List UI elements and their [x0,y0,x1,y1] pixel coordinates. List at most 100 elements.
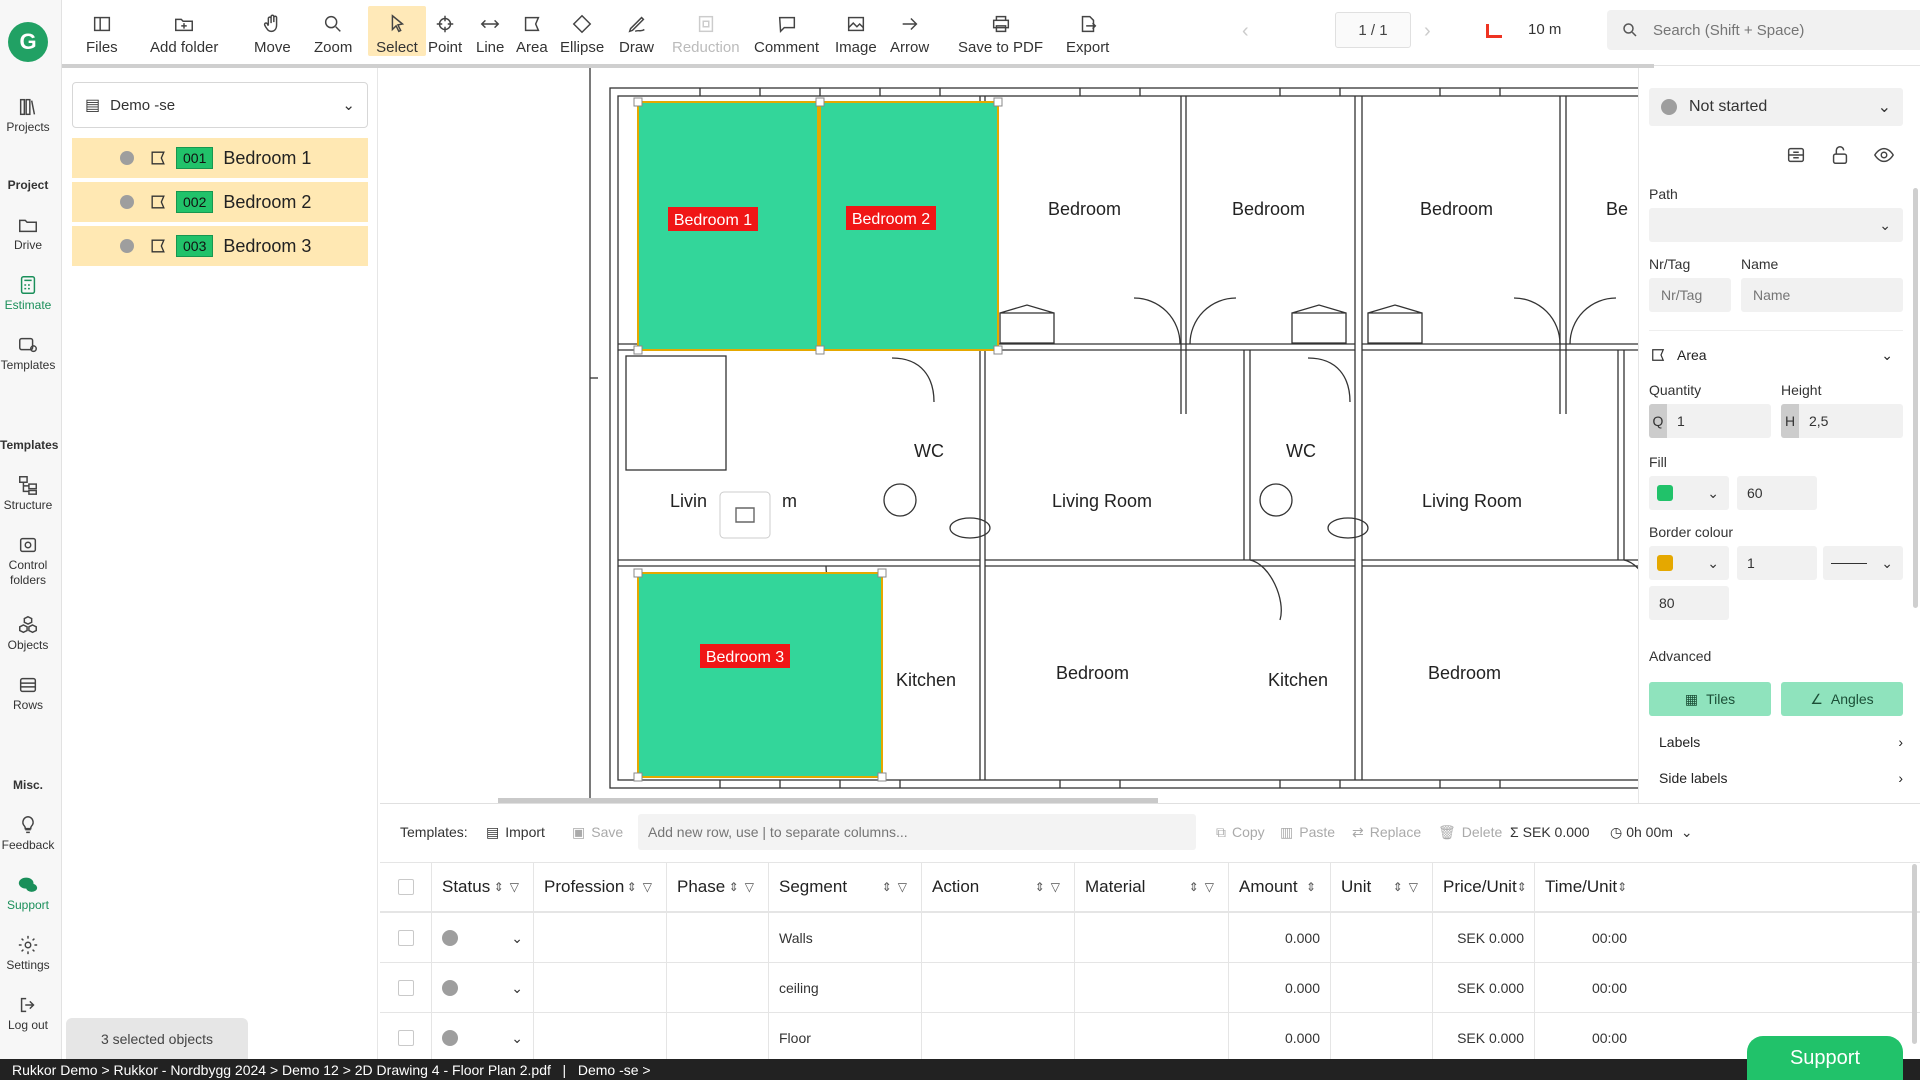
sort-filter-icon[interactable]: ⇕▽ [1035,880,1066,894]
side-labels-row[interactable]: Side labels › [1659,770,1903,786]
breadcrumb[interactable]: Rukkor Demo > Rukkor - Nordbygg 2024 > D… [12,1062,651,1078]
sort-filter-icon[interactable]: ⇕▽ [882,880,913,894]
border-width-input[interactable]: 1 [1737,546,1817,580]
time-cell[interactable]: 00:00 [1535,963,1637,1013]
status-dot[interactable] [120,151,134,165]
path-select[interactable]: ⌄ [1649,208,1903,242]
sort-icon[interactable]: ⇕ [1617,880,1633,894]
quantity-field[interactable]: Q 1 [1649,404,1771,438]
name-input[interactable] [1741,278,1903,312]
rail-templates[interactable]: Templates [0,334,56,373]
row-checkbox[interactable] [397,930,414,946]
col-price-unit[interactable]: Price/Unit ⇕ [1433,862,1535,912]
rail-control-folders[interactable]: Control folders [0,534,56,588]
status-select[interactable]: Not started ⌄ [1649,88,1903,126]
table-row[interactable]: ⌄ ceiling 0.000 SEK 0.000 00:00 [380,962,1920,1013]
project-select[interactable]: ▤ Demo -se ⌄ [72,82,368,128]
chevron-down-icon[interactable]: ⌄ [511,980,523,997]
col-time-unit[interactable]: Time/Unit ⇕ [1535,862,1637,912]
scale-value[interactable]: 10 m [1528,21,1561,38]
col-amount[interactable]: Amount ⇕ [1229,862,1331,912]
sort-filter-icon[interactable]: ⇕▽ [729,880,760,894]
floor-plan[interactable]: Bedroom Bedroom Bedroom Be Livin m WC Li… [380,68,1638,803]
search-input[interactable] [1653,21,1920,39]
tool-ellipse[interactable]: Ellipse [556,6,608,56]
sort-filter-icon[interactable]: ⇕▽ [1393,880,1424,894]
table-row[interactable]: ⌄ Floor 0.000 SEK 0.000 00:00 [380,1012,1920,1063]
rail-support[interactable]: Support [0,874,56,913]
object-row[interactable]: 003 Bedroom 3 [72,226,368,266]
price-cell[interactable]: SEK 0.000 [1433,913,1535,963]
type-select[interactable]: Area ⌄ [1649,340,1893,370]
rail-estimate[interactable]: Estimate [0,274,56,313]
status-dot[interactable] [442,1030,458,1046]
select-all-checkbox[interactable] [397,879,414,895]
tool-move[interactable]: Move [250,6,295,56]
col-phase[interactable]: Phase ⇕▽ [667,862,769,912]
time-cell[interactable]: 00:00 [1535,1013,1637,1063]
import-button[interactable]: ▤ Import [486,804,545,860]
col-segment[interactable]: Segment ⇕▽ [769,862,922,912]
col-profession[interactable]: Profession ⇕▽ [534,862,667,912]
height-field[interactable]: H 2,5 [1781,404,1903,438]
copy-button[interactable]: ⧉ Copy [1216,804,1265,860]
tool-area[interactable]: Area [512,6,552,56]
status-dot[interactable] [442,980,458,996]
col-action[interactable]: Action ⇕▽ [922,862,1075,912]
table-scrollbar[interactable] [1912,864,1917,1044]
tool-arrow[interactable]: Arrow [886,6,933,56]
rail-rows[interactable]: Rows [0,674,56,713]
border-color-select[interactable]: ⌄ [1649,546,1729,580]
area-bedroom-3[interactable] [637,572,883,778]
chevron-down-icon[interactable]: ⌄ [511,930,523,947]
sort-icon[interactable]: ⇕ [1306,880,1322,894]
rail-projects[interactable]: Projects [0,96,56,135]
drawing-canvas[interactable]: Bedroom Bedroom Bedroom Be Livin m WC Li… [380,68,1638,803]
col-unit[interactable]: Unit ⇕▽ [1331,862,1433,912]
segment-cell[interactable]: Walls [769,913,922,963]
status-dot[interactable] [120,239,134,253]
row-checkbox[interactable] [397,1030,414,1046]
sort-filter-icon[interactable]: ⇕▽ [627,880,658,894]
border-opacity-input[interactable]: 80 [1649,586,1729,620]
tool-export[interactable]: Export [1062,6,1113,56]
tool-reduction[interactable]: Reduction [668,6,744,56]
prev-page-icon[interactable]: ‹ [1242,20,1249,43]
app-logo[interactable]: G [8,22,48,62]
border-style-select[interactable]: ⌄ [1823,546,1903,580]
eye-icon[interactable] [1873,144,1895,166]
row-checkbox[interactable] [397,980,414,996]
time-total[interactable]: ◷ 0h 00m ⌄ [1610,804,1693,860]
support-chat-button[interactable]: Support [1747,1036,1903,1080]
unlock-icon[interactable] [1829,144,1851,166]
tool-image[interactable]: Image [831,6,881,56]
search-box[interactable] [1607,10,1920,50]
angles-button[interactable]: ∠ Angles [1781,682,1903,716]
rail-drive[interactable]: Drive [0,214,56,253]
sort-filter-icon[interactable]: ⇕▽ [494,880,525,894]
panel-scrollbar[interactable] [1913,188,1918,608]
layers-icon[interactable] [1785,144,1807,166]
tool-add-folder[interactable]: Add folder [146,6,222,56]
time-cell[interactable]: 00:00 [1535,913,1637,963]
sort-filter-icon[interactable]: ⇕▽ [1189,880,1220,894]
rail-logout[interactable]: Log out [0,994,56,1033]
object-row[interactable]: 002 Bedroom 2 [72,182,368,222]
amount-cell[interactable]: 0.000 [1229,963,1331,1013]
fill-color-select[interactable]: ⌄ [1649,476,1729,510]
tool-select[interactable]: Select [368,6,426,56]
tool-save-pdf[interactable]: Save to PDF [954,6,1047,56]
new-row-input[interactable] [638,814,1196,850]
save-button[interactable]: ▣ Save [572,804,623,860]
col-material[interactable]: Material ⇕▽ [1075,862,1229,912]
price-cell[interactable]: SEK 0.000 [1433,1013,1535,1063]
tool-files[interactable]: Files [82,6,122,56]
col-status[interactable]: Status ⇕▽ [432,862,534,912]
tool-zoom[interactable]: Zoom [310,6,356,56]
table-row[interactable]: ⌄ Walls 0.000 SEK 0.000 00:00 [380,912,1920,963]
nrtag-input[interactable] [1649,278,1731,312]
tool-draw[interactable]: Draw [615,6,658,56]
tool-comment[interactable]: Comment [750,6,823,56]
amount-cell[interactable]: 0.000 [1229,913,1331,963]
fill-opacity-input[interactable]: 60 [1737,476,1817,510]
